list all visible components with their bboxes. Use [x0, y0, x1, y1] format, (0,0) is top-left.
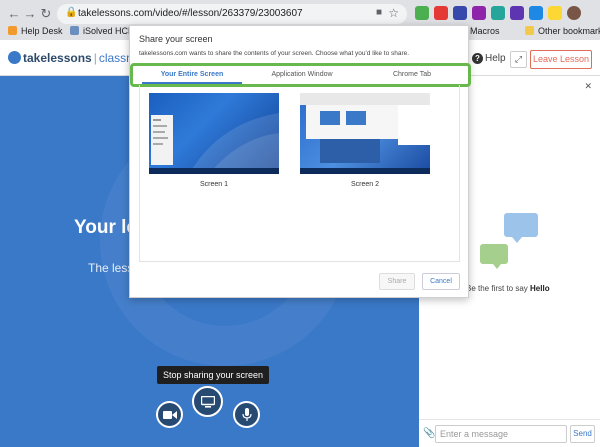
- folder-icon: [525, 26, 534, 35]
- lesson-heading: Your le: [74, 217, 137, 238]
- share-screen-dialog: Share your screen takelessons.com wants …: [129, 25, 471, 298]
- extension-icon[interactable]: [491, 6, 505, 20]
- screen-2-label: Screen 2: [350, 181, 380, 188]
- chat-empty-message: Be the first to say Hello: [466, 284, 550, 293]
- desktop-preview-icon: [300, 93, 430, 174]
- forward-icon[interactable]: →: [22, 6, 38, 22]
- camera-icon[interactable]: ■: [376, 7, 382, 18]
- bookmark-other[interactable]: Other bookmarks: [525, 26, 600, 36]
- extension-icon[interactable]: [510, 6, 524, 20]
- reload-icon[interactable]: ↻: [38, 6, 54, 22]
- video-camera-icon: [162, 411, 177, 419]
- send-button[interactable]: Send: [570, 425, 595, 443]
- close-icon[interactable]: ✕: [584, 81, 592, 92]
- bookmark-icon: [70, 26, 79, 35]
- attachment-icon[interactable]: 📎: [423, 428, 435, 439]
- extension-icon[interactable]: [434, 6, 448, 20]
- leave-lesson-button[interactable]: Leave Lesson: [530, 50, 592, 69]
- extension-icon[interactable]: [453, 6, 467, 20]
- screen-source-list: Screen 1 Screen 2: [139, 85, 460, 262]
- cancel-button[interactable]: Cancel: [422, 273, 460, 290]
- dialog-description: takelessons.com wants to share the conte…: [139, 50, 410, 57]
- bookmark-icon: [8, 26, 17, 35]
- bookmark-star-icon[interactable]: ☆: [388, 6, 399, 20]
- extension-icon[interactable]: [548, 6, 562, 20]
- lock-icon: 🔒: [65, 7, 78, 18]
- back-icon[interactable]: ←: [6, 6, 22, 22]
- fullscreen-button[interactable]: ⤢: [510, 51, 527, 68]
- screen-1-label: Screen 1: [199, 181, 229, 188]
- extension-icon[interactable]: [529, 6, 543, 20]
- dialog-title: Share your screen: [139, 34, 213, 44]
- address-bar[interactable]: 🔒 takelessons.com/video/#/lesson/263379/…: [57, 4, 407, 24]
- expand-icon: ⤢: [514, 54, 523, 64]
- screen-2-thumbnail[interactable]: [300, 93, 430, 174]
- chat-footer: 📎 Send: [419, 419, 600, 447]
- screen-share-button[interactable]: [192, 386, 223, 417]
- bookmark-macros[interactable]: Macros: [470, 26, 500, 36]
- camera-button[interactable]: [156, 401, 183, 428]
- microphone-icon: [241, 408, 252, 421]
- extension-icon[interactable]: [472, 6, 486, 20]
- bookmark-help-desk[interactable]: Help Desk: [8, 26, 63, 36]
- takelessons-logo-icon: [8, 51, 21, 64]
- desktop-preview-icon: [149, 113, 279, 174]
- profile-avatar-icon[interactable]: [567, 6, 581, 20]
- tabs-highlight-box: [130, 63, 471, 87]
- chat-bubble-icon: [504, 213, 538, 243]
- bookmark-isolved[interactable]: iSolved HCM: [70, 26, 136, 36]
- help-link[interactable]: ? Help: [472, 53, 506, 64]
- screen-1-thumbnail[interactable]: [149, 93, 279, 174]
- monitor-icon: [200, 395, 215, 408]
- help-icon: ?: [472, 53, 483, 64]
- share-button[interactable]: Share: [379, 273, 415, 290]
- microphone-button[interactable]: [233, 401, 260, 428]
- chat-bubble-icon: [480, 244, 508, 269]
- stop-sharing-tooltip: Stop sharing your screen: [157, 366, 270, 384]
- extension-icon[interactable]: [415, 6, 429, 20]
- url-text: takelessons.com/video/#/lesson/263379/23…: [78, 8, 303, 19]
- lesson-subtext: The less: [88, 261, 134, 275]
- message-input[interactable]: [435, 425, 567, 443]
